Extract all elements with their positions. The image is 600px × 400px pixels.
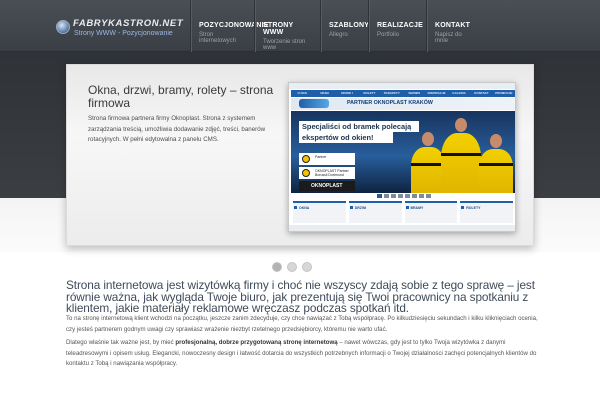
screenshot-nav-item: ROLETY — [363, 91, 376, 95]
paragraph-text: Dlatego właśnie tak ważne jest, by mieć — [66, 339, 176, 346]
slider-pagination — [272, 262, 312, 272]
top-bar: FABRYKASTRON.NET Strony WWW - Pozycjonow… — [0, 0, 600, 52]
slide-screenshot[interactable]: O NAS OKNA DRZWI I BRAMY ROLETY PARAPETY… — [288, 82, 516, 232]
screenshot-tiles: OKNA DRZWI BRAMY ROLETY — [291, 201, 515, 223]
screenshot-tile: BRAMY — [404, 201, 458, 223]
slide-description: Strona firmowa partnera firmy Oknoplast.… — [88, 115, 266, 143]
nav-item-title: KONTAKT — [435, 22, 471, 29]
nav-item-title: REALIZACJE — [377, 22, 423, 29]
nav-item-kontakt[interactable]: KONTAKT Napisz do mnie — [426, 0, 482, 52]
screenshot-footer — [289, 225, 515, 231]
nav-item-pozycjonowanie[interactable]: POZYCJONOWANIE Stron internetowych — [190, 0, 269, 52]
nav-item-title: STRONY WWW — [263, 22, 294, 36]
nav-item-subtitle: Allegro — [329, 32, 348, 38]
slider-dot[interactable] — [302, 262, 312, 272]
nav-item-subtitle: Napisz do mnie — [435, 32, 462, 44]
screenshot-nav-item: PROMOCJE — [495, 91, 513, 95]
logo-text: FABRYKASTRON.NET — [73, 18, 184, 29]
slider-dot[interactable] — [272, 262, 282, 272]
screenshot-hero: Specjaliści od bramek polecają ekspertów… — [291, 111, 515, 193]
nav-item-strony-www[interactable]: STRONY WWW Tworzenie stron www — [254, 0, 320, 52]
slide-title[interactable]: Okna, drzwi, bramy, rolety – strona firm… — [88, 84, 280, 110]
content-paragraph: Dlatego właśnie tak ważne jest, by mieć … — [66, 338, 540, 370]
content-heading: Strona internetowa jest wizytówką firmy … — [66, 278, 535, 315]
player-figure-icon — [479, 134, 513, 193]
screenshot-nav-item: KONTAKT — [474, 91, 489, 95]
paragraph-emphasis: profesjonalną, dobrze przygotowaną stron… — [175, 339, 338, 346]
screenshot-nav-item: INSPIRACJE — [427, 91, 446, 95]
player-figure-icon — [411, 132, 445, 193]
oknoplast-partner-text: OKNOPLAST Partner Borussii Dortmund — [315, 169, 349, 177]
nav-item-title: POZYCJONOWANIE — [199, 22, 269, 29]
screenshot-nav-item: PARAPETY — [383, 91, 400, 95]
globe-icon — [56, 20, 70, 34]
screenshot-nav-item: O NAS — [297, 91, 307, 95]
screenshot-header: PARTNER OKNOPLAST KRAKÓW — [291, 98, 515, 110]
nav-item-subtitle: Tworzenie stron www — [263, 39, 306, 51]
player-figure-icon — [441, 118, 481, 193]
bvb-partner-card: Partner — [299, 153, 355, 165]
oknoplast-logo-icon — [299, 99, 329, 108]
screenshot-tile: DRZWI — [348, 201, 402, 223]
screenshot-nav-item: OKNA — [320, 91, 330, 95]
main-nav: POZYCJONOWANIE Stron internetowych STRON… — [190, 0, 482, 52]
bvb-partner-text: Partner — [315, 155, 327, 159]
oknoplast-partner-card: OKNOPLAST Partner Borussii Dortmund — [299, 167, 355, 179]
screenshot-headline: ekspertów od okien! — [299, 132, 393, 143]
screenshot-nav-item: SERWIS — [408, 91, 421, 95]
screenshot-nav-item: GALERIA — [452, 91, 466, 95]
site-logo[interactable]: FABRYKASTRON.NET Strony WWW - Pozycjonow… — [56, 18, 183, 42]
logo-subtitle: Strony WWW - Pozycjonowanie — [74, 30, 173, 37]
screenshot-nav: O NAS OKNA DRZWI I BRAMY ROLETY PARAPETY… — [291, 90, 515, 102]
screenshot-tile: OKNA — [293, 201, 346, 223]
screenshot-top-strip — [289, 83, 515, 89]
oknoplast-logo-text: OKNOPLAST — [299, 181, 355, 191]
screenshot-tile: ROLETY — [460, 201, 513, 223]
screenshot-pager — [377, 194, 431, 198]
screenshot-nav-item: DRZWI I BRAMY — [341, 91, 353, 102]
bvb-crest-icon — [302, 155, 310, 163]
nav-item-szablony[interactable]: SZABLONY Allegro — [320, 0, 370, 52]
nav-item-subtitle: Portfolio — [377, 32, 400, 38]
slider-dot[interactable] — [287, 262, 297, 272]
nav-item-subtitle: Stron internetowych — [199, 32, 237, 44]
bvb-crest-icon — [302, 169, 310, 177]
screenshot-headline: Specjaliści od bramek polecają — [299, 121, 419, 132]
screenshot-partner-text: PARTNER OKNOPLAST KRAKÓW — [347, 100, 433, 106]
nav-item-realizacje[interactable]: REALIZACJE Portfolio — [368, 0, 426, 52]
content-paragraph: To na stronę internetową klient wchodzi … — [66, 315, 538, 333]
nav-item-title: SZABLONY — [329, 22, 370, 29]
